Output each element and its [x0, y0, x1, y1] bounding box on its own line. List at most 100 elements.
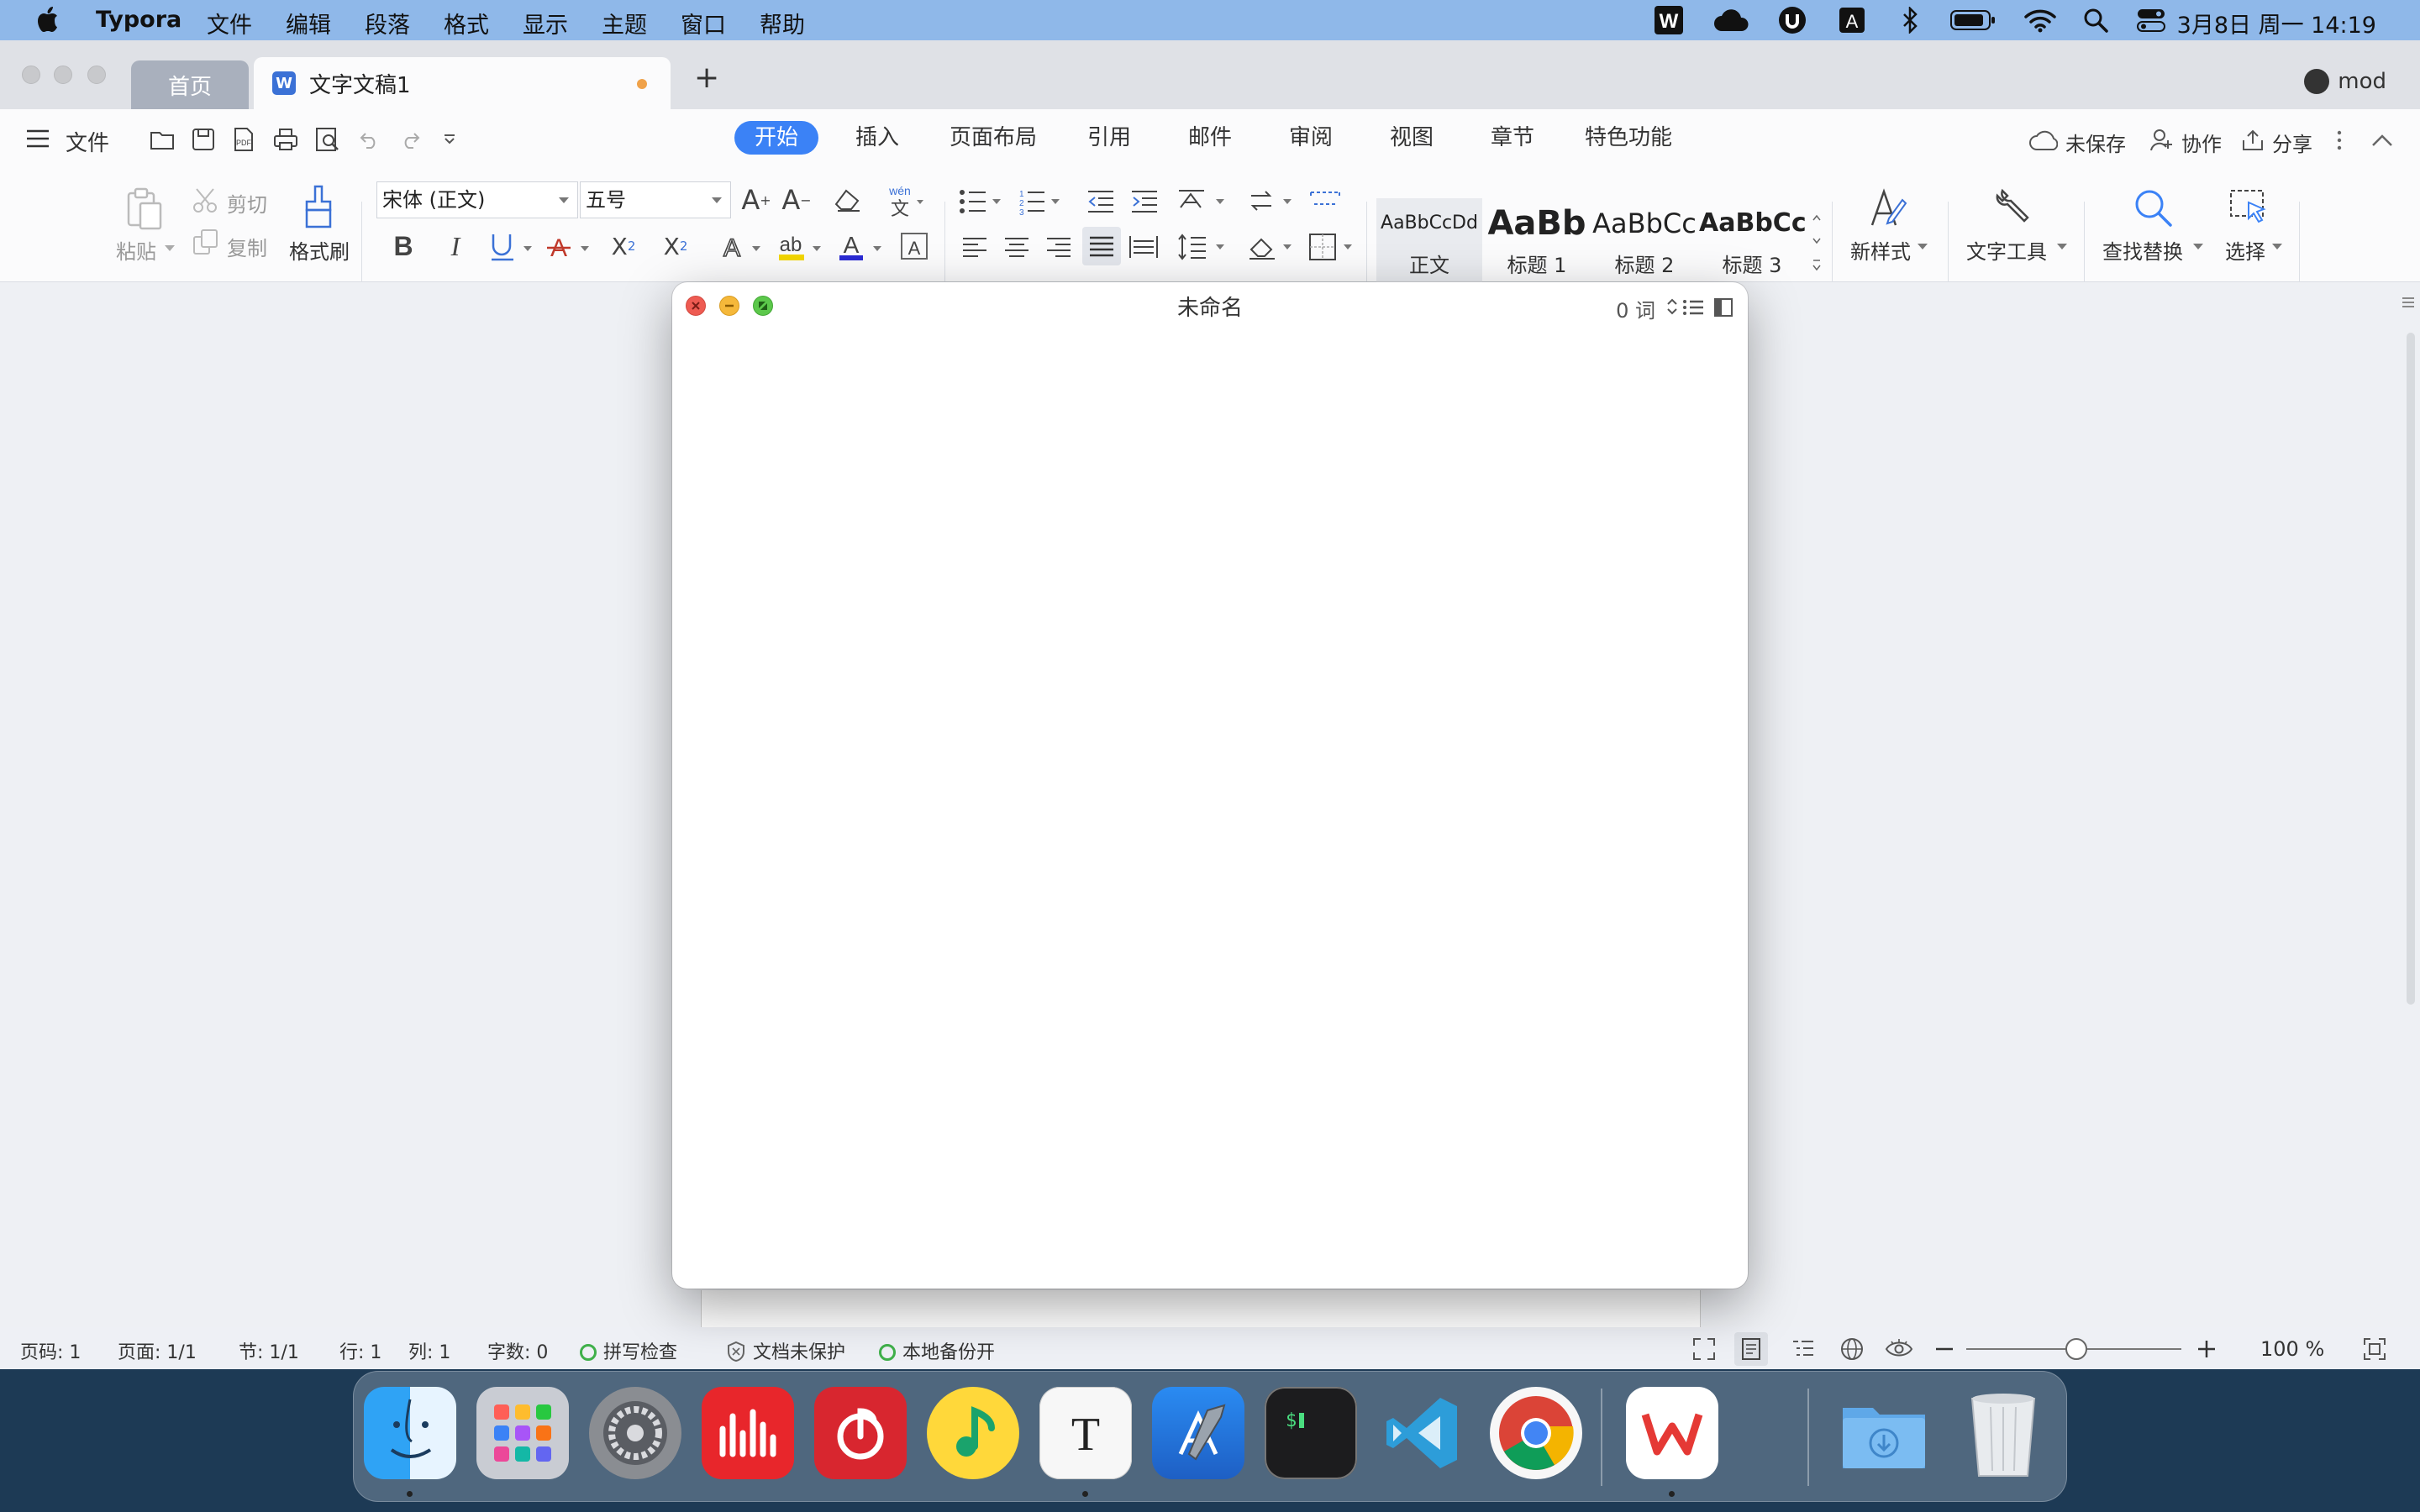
- style-heading-3[interactable]: AaBbCc 标题 3: [1699, 198, 1805, 287]
- font-name-select[interactable]: 宋体 (正文): [376, 181, 578, 218]
- new-style-icon[interactable]: [1862, 183, 1909, 232]
- shrink-font-icon[interactable]: A −: [780, 181, 813, 218]
- zoom-level[interactable]: 100 %: [2260, 1337, 2324, 1361]
- bluetooth-icon[interactable]: [1897, 5, 1923, 35]
- collaborate-label[interactable]: 协作: [2181, 128, 2222, 157]
- sidebar-toggle-icon[interactable]: [1711, 296, 1736, 319]
- save-icon[interactable]: [188, 124, 218, 155]
- tab-page-layout[interactable]: 页面布局: [950, 121, 1037, 155]
- paste-icon[interactable]: [123, 185, 166, 232]
- word-count-stepper-icon[interactable]: [1664, 294, 1681, 319]
- font-size-select[interactable]: 五号: [580, 181, 731, 218]
- status-section[interactable]: 节: 1/1: [239, 1337, 299, 1364]
- menu-edit[interactable]: 编辑: [286, 7, 331, 39]
- wps-minimize-button[interactable]: [54, 66, 72, 84]
- hamburger-menu-icon[interactable]: [24, 124, 52, 153]
- file-menu-button[interactable]: 文件: [66, 126, 109, 157]
- text-tools-label[interactable]: 文字工具: [1966, 235, 2047, 265]
- share-label[interactable]: 分享: [2272, 128, 2312, 157]
- fit-window-icon[interactable]: [2361, 1336, 2388, 1362]
- clear-formatting-icon[interactable]: [832, 183, 865, 217]
- find-replace-icon[interactable]: [2129, 183, 2176, 232]
- distributed-align-icon[interactable]: [1126, 230, 1161, 264]
- new-style-dropdown-icon[interactable]: [1916, 240, 1929, 254]
- shading-icon[interactable]: [1247, 230, 1299, 264]
- redo-icon[interactable]: [397, 124, 424, 155]
- subscript-icon[interactable]: X2: [657, 228, 694, 264]
- spell-check[interactable]: 拼写检查: [580, 1337, 677, 1364]
- tab-special-features[interactable]: 特色功能: [1585, 121, 1672, 155]
- borders-icon[interactable]: [1307, 230, 1358, 264]
- control-center-icon[interactable]: [2134, 5, 2168, 35]
- wps-tray-icon[interactable]: W: [1652, 5, 1686, 35]
- trash-icon[interactable]: [1957, 1387, 2049, 1479]
- format-painter-icon[interactable]: [297, 183, 339, 232]
- find-replace-label[interactable]: 查找替换: [2102, 235, 2183, 265]
- justify-icon[interactable]: [1082, 227, 1121, 265]
- typora-icon[interactable]: T: [1039, 1387, 1132, 1479]
- show-marks-icon[interactable]: [1307, 185, 1343, 218]
- tab-home[interactable]: 首页: [131, 60, 249, 109]
- numbered-list-icon[interactable]: 123: [1017, 185, 1065, 218]
- align-right-icon[interactable]: [1042, 230, 1076, 264]
- open-icon[interactable]: [148, 124, 178, 155]
- customize-dropdown-icon[interactable]: [440, 128, 459, 151]
- styles-scroll-icon[interactable]: [1808, 200, 1825, 287]
- increase-indent-icon[interactable]: [1128, 185, 1161, 218]
- bullet-list-icon[interactable]: [958, 185, 1007, 218]
- launchpad-icon[interactable]: [476, 1387, 569, 1479]
- menu-file[interactable]: 文件: [207, 7, 252, 39]
- strikethrough-icon[interactable]: A: [544, 228, 593, 264]
- terminal-icon[interactable]: $: [1265, 1387, 1357, 1479]
- status-pages[interactable]: 页面: 1/1: [118, 1337, 197, 1364]
- menu-help[interactable]: 帮助: [760, 7, 805, 39]
- collapse-ribbon-icon[interactable]: [2370, 128, 2395, 153]
- wps-zoom-button[interactable]: [87, 66, 106, 84]
- vertical-scrollbar[interactable]: [2407, 333, 2415, 1005]
- cut-label[interactable]: 剪切: [227, 188, 267, 218]
- spotlight-icon[interactable]: [2081, 5, 2111, 35]
- line-spacing-icon[interactable]: [1176, 230, 1232, 264]
- text-effects-icon[interactable]: A: [716, 228, 766, 264]
- qq-music-icon[interactable]: [927, 1387, 1019, 1479]
- cloud-unsaved-icon[interactable]: [2028, 126, 2059, 155]
- fullscreen-icon[interactable]: [1691, 1336, 1718, 1362]
- undo-icon[interactable]: [356, 124, 383, 155]
- unsaved-label[interactable]: 未保存: [2065, 128, 2126, 157]
- tab-start[interactable]: 开始: [734, 121, 819, 155]
- sort-icon[interactable]: [1247, 185, 1299, 218]
- wifi-icon[interactable]: [2023, 5, 2057, 35]
- tab-chapter[interactable]: 章节: [1491, 121, 1534, 155]
- text-tools-icon[interactable]: [1990, 183, 2037, 232]
- document-page[interactable]: [701, 1290, 1701, 1327]
- wps-office-icon[interactable]: [1626, 1387, 1718, 1479]
- style-heading-2[interactable]: AaBbCc 标题 2: [1591, 198, 1697, 287]
- grow-font-icon[interactable]: A +: [739, 181, 773, 218]
- vscode-icon[interactable]: [1377, 1387, 1470, 1479]
- tab-mailings[interactable]: 邮件: [1188, 121, 1232, 155]
- select-label[interactable]: 选择: [2225, 235, 2265, 265]
- paste-dropdown-icon[interactable]: [163, 242, 176, 255]
- new-tab-button[interactable]: +: [694, 60, 719, 95]
- netease-music-icon[interactable]: [814, 1387, 907, 1479]
- apple-icon[interactable]: [37, 5, 62, 34]
- style-heading-1[interactable]: AaBb 标题 1: [1484, 198, 1590, 287]
- xcode-icon[interactable]: [1152, 1387, 1244, 1479]
- select-dropdown-icon[interactable]: [2270, 240, 2284, 254]
- wps-close-button[interactable]: [22, 66, 40, 84]
- tab-review[interactable]: 审阅: [1289, 121, 1333, 155]
- status-word-count[interactable]: 字数: 0: [487, 1337, 548, 1364]
- finder-icon[interactable]: [364, 1387, 456, 1479]
- tab-references[interactable]: 引用: [1087, 121, 1131, 155]
- more-options-icon[interactable]: [2331, 126, 2348, 155]
- outline-icon[interactable]: [1681, 296, 1706, 319]
- web-view-icon[interactable]: [1839, 1336, 1865, 1362]
- menubar-clock[interactable]: 3月8日 周一 14:19: [2177, 7, 2376, 39]
- decrease-indent-icon[interactable]: [1084, 185, 1118, 218]
- copy-icon[interactable]: [190, 227, 222, 257]
- system-preferences-icon[interactable]: [589, 1387, 681, 1479]
- paste-label[interactable]: 粘贴: [116, 235, 156, 265]
- ruler-toggle-icon[interactable]: [2398, 292, 2418, 312]
- find-replace-dropdown-icon[interactable]: [2191, 240, 2205, 254]
- zoom-out-icon[interactable]: [1933, 1337, 1956, 1361]
